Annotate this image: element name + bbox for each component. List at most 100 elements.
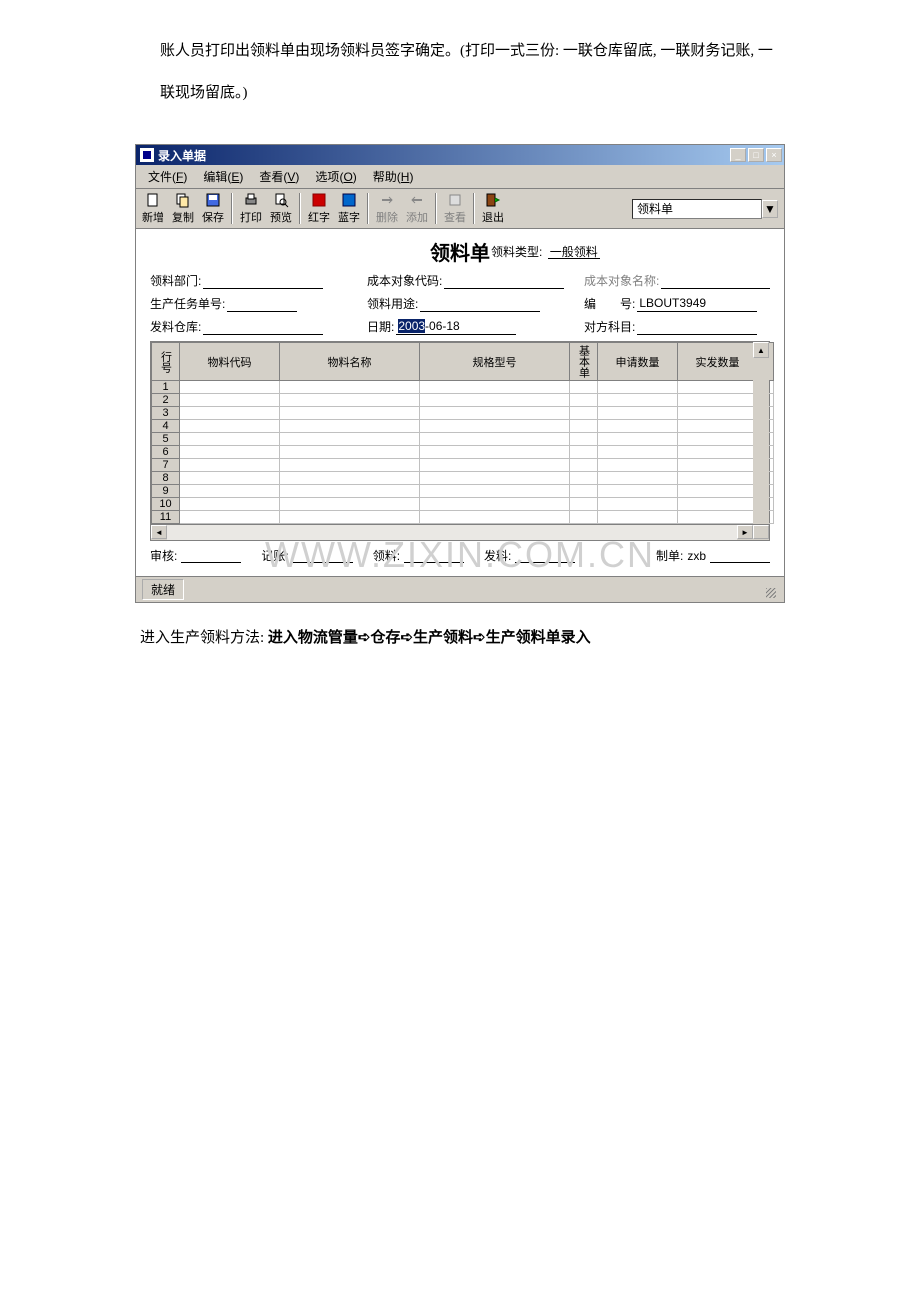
grid-cell[interactable] bbox=[280, 446, 420, 459]
col-header[interactable]: 实发数量 bbox=[678, 343, 758, 381]
close-button[interactable]: × bbox=[766, 148, 782, 162]
exit-button[interactable]: 退出 bbox=[478, 191, 508, 226]
menu-view[interactable]: 查看(V) bbox=[251, 166, 307, 187]
scroll-right-icon[interactable]: ► bbox=[737, 525, 753, 539]
grid-cell[interactable] bbox=[678, 446, 758, 459]
issue-input[interactable] bbox=[515, 549, 575, 563]
row-header[interactable]: 8 bbox=[152, 472, 180, 485]
row-header[interactable]: 3 bbox=[152, 407, 180, 420]
grid-cell[interactable] bbox=[570, 420, 598, 433]
grid-cell[interactable] bbox=[570, 498, 598, 511]
grid-cell[interactable] bbox=[678, 511, 758, 524]
blue-button[interactable]: 蓝字 bbox=[334, 191, 364, 226]
grid-cell[interactable] bbox=[598, 420, 678, 433]
grid-cell[interactable] bbox=[678, 498, 758, 511]
grid-cell[interactable] bbox=[570, 433, 598, 446]
new-button[interactable]: 新增 bbox=[138, 191, 168, 226]
warehouse-input[interactable] bbox=[203, 319, 323, 335]
col-header[interactable]: 规格型号 bbox=[420, 343, 570, 381]
row-header[interactable]: 10 bbox=[152, 498, 180, 511]
grid-cell[interactable] bbox=[180, 498, 280, 511]
data-grid[interactable]: 行号物料代码物料名称规格型号基本单申请数量实发数量1234567891011 ▲ bbox=[150, 341, 770, 525]
pick-input[interactable] bbox=[404, 549, 464, 563]
grid-cell[interactable] bbox=[280, 511, 420, 524]
save-button[interactable]: 保存 bbox=[198, 191, 228, 226]
minimize-button[interactable]: _ bbox=[730, 148, 746, 162]
horizontal-scrollbar[interactable]: ◄ ► bbox=[150, 525, 770, 541]
grid-cell[interactable] bbox=[180, 407, 280, 420]
grid-cell[interactable] bbox=[678, 472, 758, 485]
grid-cell[interactable] bbox=[420, 472, 570, 485]
doc-type-select[interactable]: 领料单 bbox=[632, 199, 762, 219]
grid-cell[interactable] bbox=[420, 433, 570, 446]
grid-cell[interactable] bbox=[280, 485, 420, 498]
grid-cell[interactable] bbox=[570, 485, 598, 498]
grid-cell[interactable] bbox=[180, 485, 280, 498]
grid-cell[interactable] bbox=[570, 407, 598, 420]
audit-input[interactable] bbox=[181, 549, 241, 563]
print-button[interactable]: 打印 bbox=[236, 191, 266, 226]
grid-cell[interactable] bbox=[598, 498, 678, 511]
row-header[interactable]: 9 bbox=[152, 485, 180, 498]
account-input[interactable] bbox=[637, 319, 757, 335]
row-header[interactable]: 7 bbox=[152, 459, 180, 472]
grid-cell[interactable] bbox=[598, 407, 678, 420]
copy-button[interactable]: 复制 bbox=[168, 191, 198, 226]
grid-cell[interactable] bbox=[570, 381, 598, 394]
menu-help[interactable]: 帮助(H) bbox=[365, 166, 422, 187]
grid-cell[interactable] bbox=[280, 433, 420, 446]
usage-input[interactable] bbox=[420, 296, 540, 312]
grid-cell[interactable] bbox=[678, 485, 758, 498]
grid-cell[interactable] bbox=[570, 511, 598, 524]
col-header[interactable]: 行号 bbox=[152, 343, 180, 381]
grid-cell[interactable] bbox=[420, 407, 570, 420]
row-header[interactable]: 11 bbox=[152, 511, 180, 524]
maximize-button[interactable]: □ bbox=[748, 148, 764, 162]
dropdown-icon[interactable]: ▼ bbox=[762, 200, 778, 218]
col-header[interactable]: 物料代码 bbox=[180, 343, 280, 381]
grid-cell[interactable] bbox=[570, 459, 598, 472]
grid-cell[interactable] bbox=[598, 485, 678, 498]
col-header[interactable]: 基本单 bbox=[570, 343, 598, 381]
scroll-left-icon[interactable]: ◄ bbox=[151, 525, 167, 539]
grid-cell[interactable] bbox=[420, 511, 570, 524]
grid-cell[interactable] bbox=[598, 446, 678, 459]
cost-code-input[interactable] bbox=[444, 273, 564, 289]
grid-cell[interactable] bbox=[678, 433, 758, 446]
row-header[interactable]: 6 bbox=[152, 446, 180, 459]
grid-cell[interactable] bbox=[420, 394, 570, 407]
scroll-up-icon[interactable]: ▲ bbox=[753, 342, 769, 358]
grid-cell[interactable] bbox=[678, 459, 758, 472]
grid-cell[interactable] bbox=[598, 511, 678, 524]
grid-cell[interactable] bbox=[598, 433, 678, 446]
row-header[interactable]: 5 bbox=[152, 433, 180, 446]
grid-cell[interactable] bbox=[678, 394, 758, 407]
grid-cell[interactable] bbox=[420, 498, 570, 511]
resize-grip[interactable] bbox=[762, 579, 778, 600]
grid-cell[interactable] bbox=[280, 498, 420, 511]
grid-cell[interactable] bbox=[678, 407, 758, 420]
row-header[interactable]: 2 bbox=[152, 394, 180, 407]
date-input[interactable]: 2003-06-18 bbox=[396, 319, 516, 335]
col-header[interactable]: 物料名称 bbox=[280, 343, 420, 381]
grid-cell[interactable] bbox=[570, 446, 598, 459]
col-header[interactable]: 申请数量 bbox=[598, 343, 678, 381]
grid-cell[interactable] bbox=[420, 485, 570, 498]
grid-cell[interactable] bbox=[180, 446, 280, 459]
menu-file[interactable]: 文件(F) bbox=[140, 166, 195, 187]
grid-cell[interactable] bbox=[280, 394, 420, 407]
grid-cell[interactable] bbox=[280, 459, 420, 472]
grid-cell[interactable] bbox=[420, 459, 570, 472]
book-input[interactable] bbox=[293, 549, 353, 563]
grid-cell[interactable] bbox=[180, 420, 280, 433]
grid-cell[interactable] bbox=[570, 394, 598, 407]
grid-cell[interactable] bbox=[180, 433, 280, 446]
red-button[interactable]: 红字 bbox=[304, 191, 334, 226]
row-header[interactable]: 1 bbox=[152, 381, 180, 394]
task-input[interactable] bbox=[227, 296, 297, 312]
menu-options[interactable]: 选项(O) bbox=[307, 166, 364, 187]
grid-cell[interactable] bbox=[280, 381, 420, 394]
dept-input[interactable] bbox=[203, 273, 323, 289]
preview-button[interactable]: 预览 bbox=[266, 191, 296, 226]
grid-cell[interactable] bbox=[420, 446, 570, 459]
